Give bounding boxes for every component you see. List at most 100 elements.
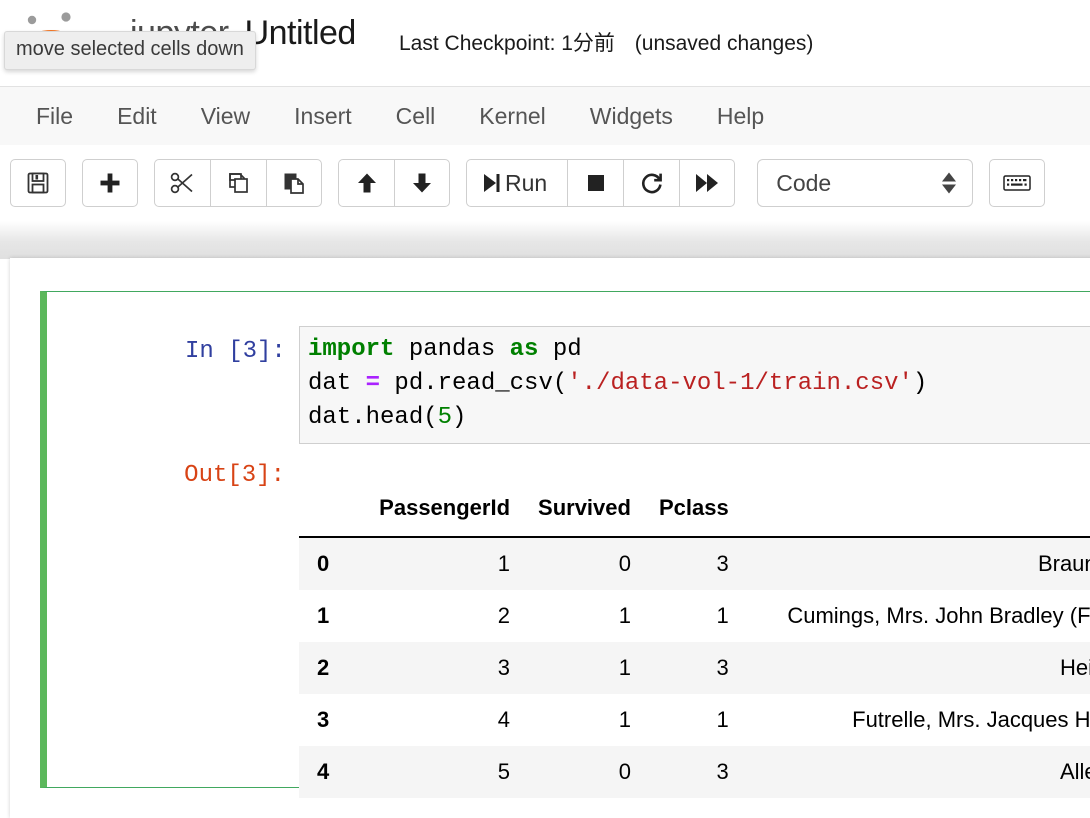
cell-type-value: Code bbox=[776, 169, 832, 196]
menu-bar: File Edit View Insert Cell Kernel Widget… bbox=[0, 86, 1090, 146]
run-icon bbox=[481, 172, 501, 194]
row-index: 4 bbox=[317, 759, 330, 784]
menu-item-view[interactable]: View bbox=[179, 97, 272, 136]
paste-icon bbox=[282, 171, 306, 195]
cell-pclass: 1 bbox=[716, 707, 729, 732]
floppy-disk-icon bbox=[26, 171, 50, 195]
cell-pclass: 3 bbox=[716, 551, 729, 576]
cell-survived: 1 bbox=[618, 707, 631, 732]
code-string-path: './data-vol-1/train.csv' bbox=[567, 370, 913, 397]
copy-button[interactable] bbox=[210, 159, 266, 207]
row-index: 0 bbox=[317, 551, 330, 576]
command-palette-button[interactable] bbox=[989, 159, 1046, 207]
copy-icon bbox=[227, 171, 251, 195]
edit-group bbox=[154, 159, 322, 207]
notebook-toolbar: Run Code bbox=[0, 145, 1090, 221]
plus-icon bbox=[98, 171, 122, 195]
code-text-5: ) bbox=[912, 370, 928, 397]
fast-forward-icon bbox=[694, 172, 720, 194]
table-row: 0 1 0 3 Braund, bbox=[299, 537, 1090, 590]
restart-and-run-all-button[interactable] bbox=[679, 159, 736, 207]
table-row: 4 5 0 3 Allen, bbox=[299, 746, 1090, 798]
code-input-area[interactable]: import pandas as pd dat = pd.read_csv('.… bbox=[299, 326, 1090, 444]
cut-button[interactable] bbox=[154, 159, 210, 207]
code-operator-assign: = bbox=[365, 370, 381, 397]
cell-passengerid: 2 bbox=[497, 603, 511, 628]
column-header-name bbox=[742, 482, 1090, 538]
menu-item-file[interactable]: File bbox=[14, 97, 95, 136]
menu-item-insert[interactable]: Insert bbox=[272, 97, 374, 136]
cell-type-select[interactable]: Code bbox=[757, 159, 974, 207]
paste-button[interactable] bbox=[266, 159, 322, 207]
code-text-3: dat bbox=[308, 370, 366, 397]
code-keyword-as: as bbox=[509, 336, 539, 363]
cell-pclass: 3 bbox=[716, 759, 729, 784]
move-cell-down-button[interactable] bbox=[394, 159, 450, 207]
run-button[interactable]: Run bbox=[466, 159, 568, 207]
cell-name: Futrelle, Mrs. Jacques Hea bbox=[852, 707, 1090, 732]
cell-survived: 1 bbox=[618, 603, 631, 628]
column-header-passengerid: PassengerId bbox=[365, 482, 525, 538]
run-controls-group: Run bbox=[466, 159, 736, 207]
table-row: 2 3 1 3 Heikk bbox=[299, 642, 1090, 694]
save-button[interactable] bbox=[10, 159, 66, 207]
cell-name: Heikk bbox=[1059, 655, 1090, 680]
run-label: Run bbox=[505, 169, 548, 196]
menu-item-help[interactable]: Help bbox=[695, 97, 786, 136]
row-index: 2 bbox=[317, 655, 330, 680]
column-header-survived: Survived bbox=[524, 482, 645, 538]
notebook-header: jupyterUntitled Last Checkpoint: 1分前 (un… bbox=[0, 0, 1090, 86]
code-text-4: pd.read_csv( bbox=[380, 370, 568, 397]
arrow-up-icon bbox=[355, 171, 379, 195]
code-text-1: pandas bbox=[394, 336, 510, 363]
command-palette-group bbox=[989, 159, 1046, 207]
chevron-updown-icon bbox=[942, 172, 957, 194]
move-cell-up-button[interactable] bbox=[338, 159, 394, 207]
insert-cell-below-button[interactable] bbox=[82, 159, 138, 207]
move-group bbox=[338, 159, 450, 207]
cell-survived: 0 bbox=[618, 759, 631, 784]
table-row: 1 2 1 1 Cumings, Mrs. John Bradley (Flor bbox=[299, 590, 1090, 642]
toolbar-divider bbox=[0, 221, 1090, 259]
cell-passengerid: 1 bbox=[497, 551, 511, 576]
code-text-6: dat.head( bbox=[308, 404, 438, 431]
code-cell[interactable]: In [3]: import pandas as pd dat = pd.rea… bbox=[40, 291, 1090, 798]
notebook-page: In [3]: import pandas as pd dat = pd.rea… bbox=[10, 258, 1090, 818]
stop-square-icon bbox=[584, 171, 608, 195]
input-prompt: In [3]: bbox=[185, 338, 286, 365]
code-text-7: ) bbox=[452, 404, 467, 431]
scissors-icon bbox=[170, 171, 196, 195]
menu-item-widgets[interactable]: Widgets bbox=[568, 97, 695, 136]
menu-item-edit[interactable]: Edit bbox=[95, 97, 179, 136]
jupyter-notebook-app: jupyterUntitled Last Checkpoint: 1分前 (un… bbox=[0, 0, 1090, 818]
cell-passengerid: 5 bbox=[497, 759, 511, 784]
cell-pclass: 3 bbox=[716, 655, 729, 680]
column-header-pclass: Pclass bbox=[644, 482, 743, 538]
arrow-down-icon bbox=[410, 171, 434, 195]
dataframe-output-table: PassengerId Survived Pclass 0 1 0 3 Brau… bbox=[299, 482, 1090, 798]
menu-item-cell[interactable]: Cell bbox=[374, 97, 458, 136]
restart-circular-arrow-icon bbox=[640, 171, 664, 195]
unsaved-indicator: (unsaved changes) bbox=[634, 32, 814, 55]
interrupt-kernel-button[interactable] bbox=[567, 159, 624, 207]
keyboard-icon bbox=[1003, 173, 1031, 193]
table-header-row: PassengerId Survived Pclass bbox=[299, 482, 1090, 538]
checkpoint-text: Last Checkpoint: 1分前 bbox=[399, 32, 615, 55]
code-keyword-import: import bbox=[308, 336, 395, 363]
row-index: 3 bbox=[317, 707, 330, 732]
row-index: 1 bbox=[317, 603, 330, 628]
restart-kernel-button[interactable] bbox=[623, 159, 680, 207]
table-row: 3 4 1 1 Futrelle, Mrs. Jacques Hea bbox=[299, 694, 1090, 746]
toolbar-tooltip: move selected cells down bbox=[4, 31, 256, 70]
notebook-name[interactable]: Untitled bbox=[245, 14, 357, 52]
output-prompt: Out[3]: bbox=[184, 462, 285, 489]
save-group bbox=[10, 159, 66, 207]
cell-pclass: 1 bbox=[716, 603, 729, 628]
cell-survived: 0 bbox=[618, 551, 631, 576]
menu-item-kernel[interactable]: Kernel bbox=[457, 97, 567, 136]
cell-passengerid: 4 bbox=[497, 707, 511, 732]
column-header-index bbox=[299, 482, 366, 538]
cell-name: Cumings, Mrs. John Bradley (Flor bbox=[787, 603, 1090, 628]
checkpoint-status: Last Checkpoint: 1分前 (unsaved changes) bbox=[399, 27, 813, 57]
code-text-2: pd bbox=[538, 336, 582, 363]
